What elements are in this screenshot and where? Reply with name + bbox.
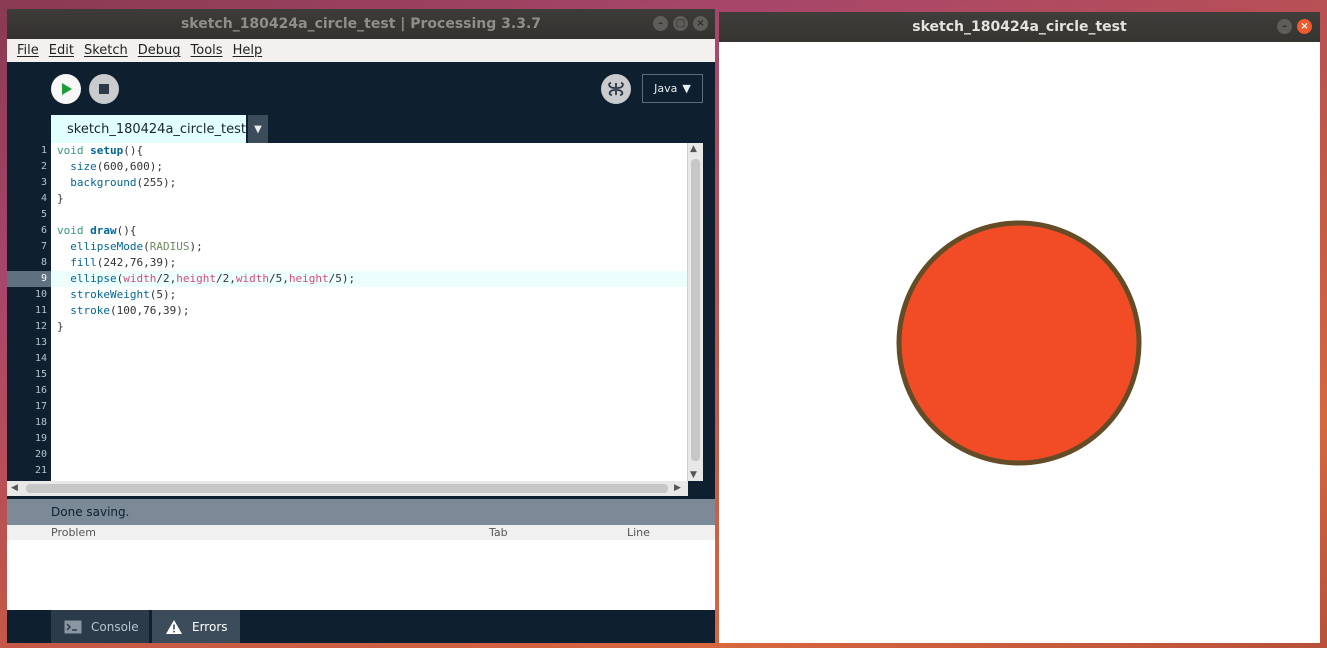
sketch-window-controls: – ×	[1277, 19, 1312, 34]
menu-tools[interactable]: Tools	[191, 43, 223, 58]
problems-panel: Problem Tab Line	[7, 525, 715, 610]
line-number: 2	[40, 161, 47, 172]
menu-edit[interactable]: Edit	[49, 43, 74, 58]
line-number: 6	[40, 225, 47, 236]
code-line: fill(242,76,39);	[70, 256, 177, 269]
line-number: 3	[40, 177, 47, 188]
line-number-gutter: 1 2 3 4 5 6 7 8 9 10 11 12 13 14 15 16 1…	[7, 143, 51, 481]
code-text-area[interactable]: void setup(){ size(600,600); background(…	[51, 143, 687, 481]
column-tab[interactable]: Tab	[489, 526, 508, 539]
line-number: 1	[40, 145, 47, 156]
scroll-down-icon[interactable]: ▼	[690, 470, 697, 480]
problems-header: Problem Tab Line	[7, 525, 715, 540]
bottom-tab-bar: Console Errors	[7, 610, 715, 643]
line-number: 8	[40, 257, 47, 268]
tab-console-label: Console	[91, 619, 139, 634]
line-number: 21	[34, 465, 47, 476]
maximize-icon[interactable]: □	[673, 16, 688, 31]
red-circle	[896, 220, 1142, 466]
vertical-scrollbar[interactable]: ▲ ▼	[687, 143, 703, 481]
run-button[interactable]	[51, 74, 81, 104]
line-number: 20	[34, 449, 47, 460]
line-number: 15	[34, 369, 47, 380]
close-icon[interactable]: ×	[1297, 19, 1312, 34]
ide-window: – □ × sketch_180424a_circle_test | Proce…	[7, 9, 715, 643]
line-number: 10	[34, 289, 47, 300]
ide-titlebar[interactable]: – □ × sketch_180424a_circle_test | Proce…	[7, 9, 715, 39]
tab-console[interactable]: Console	[51, 610, 149, 643]
line-number: 18	[34, 417, 47, 428]
status-bar: Done saving.	[7, 499, 715, 525]
line-number: 13	[34, 337, 47, 348]
tab-errors[interactable]: Errors	[152, 610, 240, 643]
line-number: 7	[40, 241, 47, 252]
sketch-titlebar[interactable]: sketch_180424a_circle_test – ×	[719, 12, 1320, 42]
console-icon	[64, 620, 82, 633]
menu-debug[interactable]: Debug	[138, 43, 181, 58]
line-number: 11	[34, 305, 47, 316]
code-line: background(255);	[70, 176, 177, 189]
ide-title: sketch_180424a_circle_test | Processing …	[180, 16, 542, 32]
line-number-current: 9	[7, 271, 51, 287]
line-number: 4	[40, 193, 47, 204]
column-line[interactable]: Line	[627, 526, 650, 539]
window-controls: – □ ×	[653, 16, 708, 31]
minimize-icon[interactable]: –	[653, 16, 668, 31]
scroll-right-icon[interactable]: ▶	[674, 483, 681, 493]
tab-row: sketch_180424a_circle_test ▼	[7, 115, 715, 143]
code-line: ellipse(width/2,height/2,width/5,height/…	[51, 271, 687, 287]
column-problem[interactable]: Problem	[51, 526, 96, 539]
menu-bar: File Edit Sketch Debug Tools Help	[7, 39, 715, 62]
menu-help[interactable]: Help	[233, 43, 263, 58]
vertical-scroll-thumb[interactable]	[691, 159, 700, 461]
tab-menu-button[interactable]: ▼	[248, 115, 268, 143]
code-line: }	[57, 192, 64, 205]
close-icon[interactable]: ×	[693, 16, 708, 31]
sketch-title: sketch_180424a_circle_test	[912, 19, 1127, 35]
code-line: strokeWeight(5);	[70, 288, 177, 301]
code-editor: 1 2 3 4 5 6 7 8 9 10 11 12 13 14 15 16 1…	[7, 143, 703, 481]
butterfly-icon	[608, 82, 624, 96]
horizontal-scroll-thumb[interactable]	[26, 484, 668, 493]
line-number: 16	[34, 385, 47, 396]
mode-selector[interactable]: Java ▼	[642, 74, 703, 103]
code-line: void setup(){	[57, 144, 144, 157]
mode-label: Java	[654, 82, 678, 95]
debug-button[interactable]	[601, 74, 631, 104]
line-number: 12	[34, 321, 47, 332]
horizontal-scrollbar[interactable]: ◀ ▶	[7, 481, 688, 496]
line-number: 14	[34, 353, 47, 364]
status-message: Done saving.	[51, 505, 130, 519]
sketch-canvas[interactable]	[719, 42, 1320, 643]
code-line: size(600,600);	[70, 160, 163, 173]
tab-sketch[interactable]: sketch_180424a_circle_test	[51, 115, 246, 143]
minimize-icon[interactable]: –	[1277, 19, 1292, 34]
stop-icon	[99, 84, 109, 94]
chevron-down-icon: ▼	[682, 82, 691, 95]
code-line: void draw(){	[57, 224, 137, 237]
tab-errors-label: Errors	[192, 619, 228, 634]
menu-file[interactable]: File	[17, 43, 39, 58]
code-line: }	[57, 320, 64, 333]
line-number: 5	[40, 209, 47, 220]
line-number: 19	[34, 433, 47, 444]
scroll-left-icon[interactable]: ◀	[11, 483, 18, 493]
line-number: 17	[34, 401, 47, 412]
play-icon	[62, 83, 72, 95]
scroll-up-icon[interactable]: ▲	[690, 144, 697, 154]
menu-sketch[interactable]: Sketch	[84, 43, 128, 58]
code-line: stroke(100,76,39);	[70, 304, 190, 317]
warning-icon	[166, 619, 182, 634]
sketch-window: sketch_180424a_circle_test – ×	[719, 12, 1320, 643]
code-line: ellipseMode(RADIUS);	[70, 240, 203, 253]
stop-button[interactable]	[89, 74, 119, 104]
